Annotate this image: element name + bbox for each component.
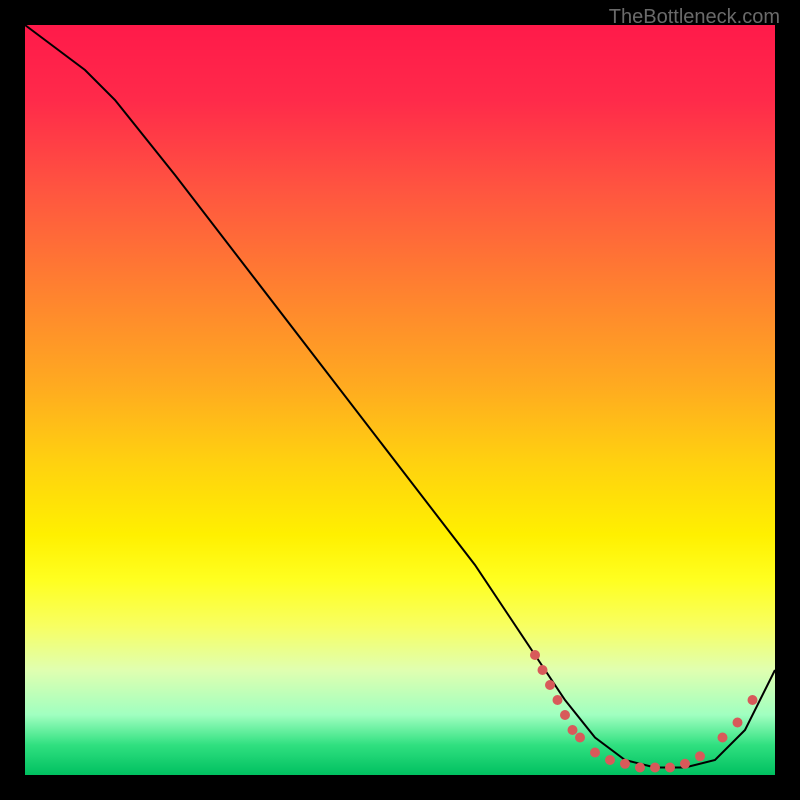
data-dot	[733, 718, 743, 728]
data-dot	[680, 759, 690, 769]
data-dots-group	[530, 650, 758, 773]
data-dot	[748, 695, 758, 705]
data-dot	[695, 751, 705, 761]
data-dot	[605, 755, 615, 765]
data-dot	[530, 650, 540, 660]
data-dot	[553, 695, 563, 705]
data-dot	[718, 733, 728, 743]
chart-svg	[25, 25, 775, 775]
data-dot	[590, 748, 600, 758]
data-dot	[568, 725, 578, 735]
data-dot	[575, 733, 585, 743]
attribution-text: TheBottleneck.com	[609, 6, 780, 29]
data-dot	[560, 710, 570, 720]
data-dot	[538, 665, 548, 675]
data-dot	[665, 763, 675, 773]
chart-plot-area	[25, 25, 775, 775]
data-dot	[545, 680, 555, 690]
data-dot	[635, 763, 645, 773]
data-dot	[650, 763, 660, 773]
bottleneck-curve	[25, 25, 775, 768]
data-dot	[620, 759, 630, 769]
